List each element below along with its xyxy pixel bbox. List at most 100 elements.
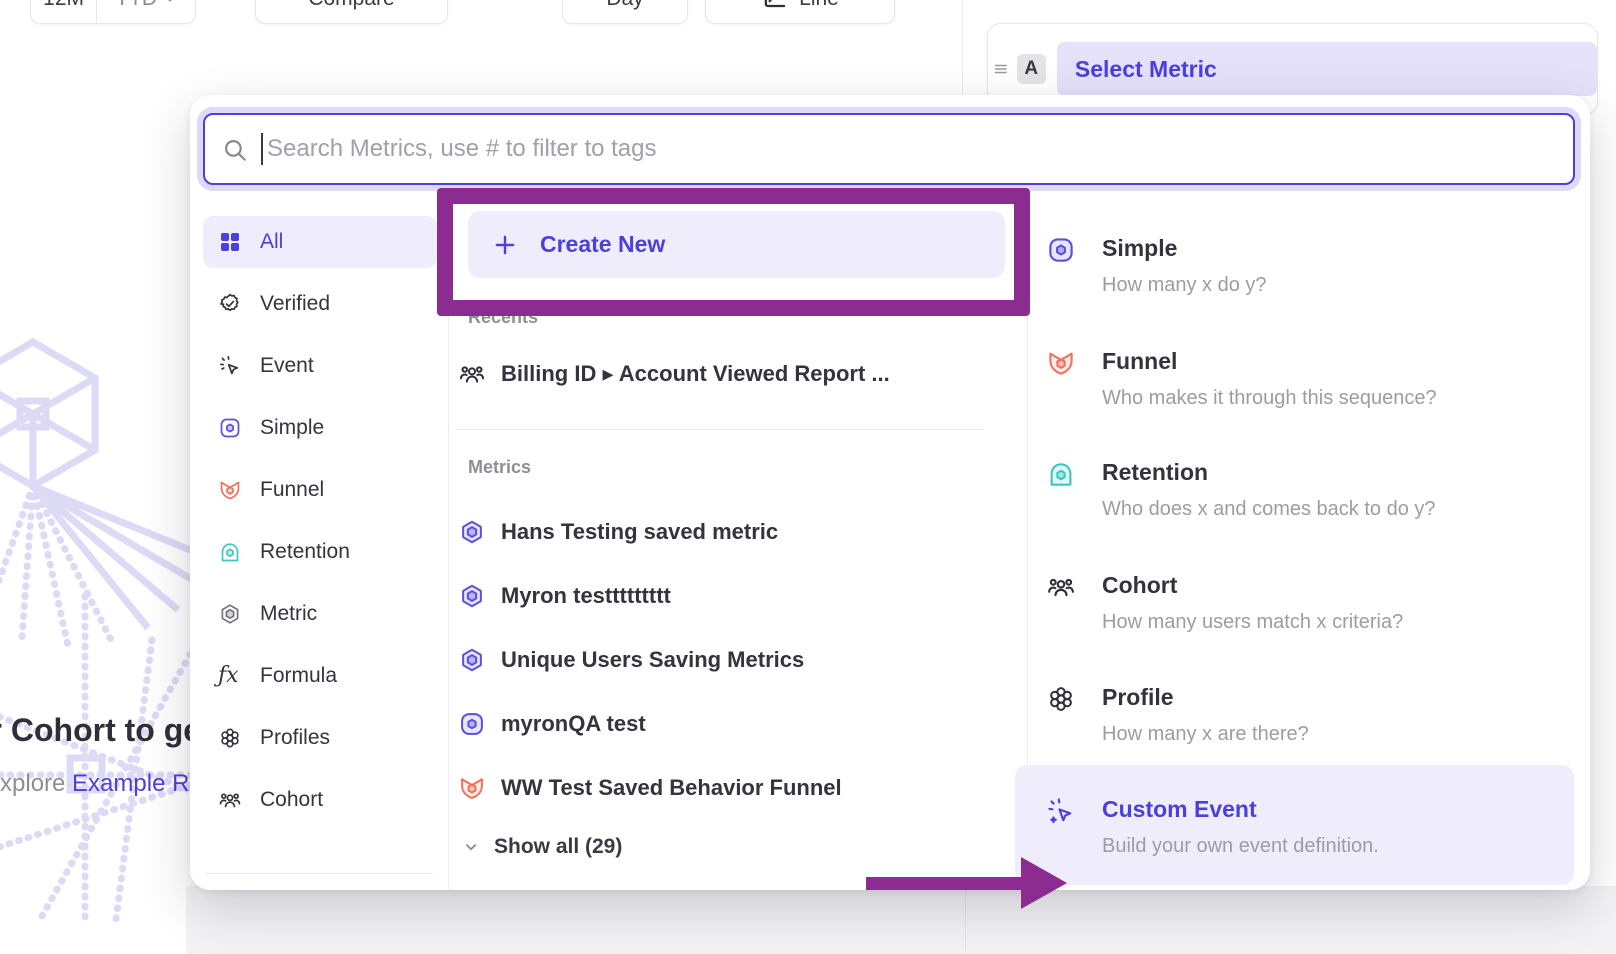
- funnel-icon: [1046, 348, 1076, 378]
- type-title: Custom Event: [1102, 794, 1574, 824]
- sidebar-item-cohort[interactable]: Cohort: [203, 774, 437, 826]
- sidebar-item-formula[interactable]: ƒx Formula: [203, 650, 437, 702]
- profiles-flower-icon: [1046, 684, 1076, 714]
- type-title: Cohort: [1102, 570, 1574, 600]
- simple-square-hexagon-icon: [218, 416, 242, 440]
- type-desc: Who makes it through this sequence?: [1102, 387, 1574, 410]
- sidebar-item-metric[interactable]: Metric: [203, 588, 437, 640]
- day-label: Day: [606, 0, 643, 11]
- text-caret: [261, 133, 263, 165]
- show-all-label: Show all (29): [494, 835, 622, 859]
- recent-item-label: Billing ID ▸ Account Viewed Report ...: [501, 361, 890, 387]
- search-box: [203, 113, 1575, 185]
- metric-hexagon-icon: [458, 646, 486, 674]
- empty-state-headline-fragment: or Cohort to ge: [0, 712, 201, 749]
- sidebar-item-verified[interactable]: Verified: [203, 278, 437, 330]
- sidebar-item-all[interactable]: All: [203, 216, 437, 268]
- compare-button[interactable]: Compare: [255, 0, 448, 24]
- line-label: Line: [799, 0, 839, 11]
- search-input[interactable]: [203, 113, 1575, 185]
- type-option-profile[interactable]: Profile How many x are there?: [1036, 682, 1574, 746]
- type-option-funnel[interactable]: Funnel Who makes it through this sequenc…: [1036, 346, 1574, 410]
- metric-item-label: Hans Testing saved metric: [501, 519, 778, 545]
- cohort-people-icon: [218, 788, 242, 812]
- sidebar-label: Event: [260, 354, 314, 378]
- formula-fx-icon: ƒx: [218, 664, 242, 688]
- select-metric-label: Select Metric: [1075, 56, 1217, 83]
- retention-arch-icon: [1046, 459, 1076, 489]
- recents-section-label: Recents: [468, 307, 538, 328]
- type-desc: How many x are there?: [1102, 723, 1574, 746]
- cohort-people-icon: [458, 360, 486, 388]
- sidebar-label: Profiles: [260, 726, 330, 750]
- type-desc: How many x do y?: [1102, 274, 1574, 297]
- grid-icon: [218, 230, 242, 254]
- date-range-segmented-control[interactable]: 12M YTD: [30, 0, 196, 24]
- type-desc: Build your own event definition.: [1102, 835, 1574, 858]
- metric-item-label: Unique Users Saving Metrics: [501, 647, 804, 673]
- type-option-simple[interactable]: Simple How many x do y?: [1036, 233, 1574, 297]
- type-option-retention[interactable]: Retention Who does x and comes back to d…: [1036, 457, 1574, 521]
- retention-arch-icon: [218, 540, 242, 564]
- sidebar-label: Metric: [260, 602, 317, 626]
- granularity-day-button[interactable]: Day: [562, 0, 688, 24]
- sidebar-item-retention[interactable]: Retention: [203, 526, 437, 578]
- funnel-icon: [458, 774, 486, 802]
- metric-item-label: WW Test Saved Behavior Funnel: [501, 775, 842, 801]
- range-12m-label: 12M: [43, 0, 84, 11]
- sidebar-label: Verified: [260, 292, 330, 316]
- create-new-label: Create New: [540, 231, 665, 258]
- simple-square-hexagon-icon: [1046, 235, 1076, 265]
- create-new-button[interactable]: Create New: [468, 211, 1005, 278]
- type-title: Profile: [1102, 682, 1574, 712]
- decorative-wireframe-illustration: [0, 328, 205, 928]
- type-desc: How many users match x criteria?: [1102, 611, 1574, 634]
- metrics-section-label: Metrics: [468, 457, 531, 478]
- sidebar-item-tags-partial[interactable]: Tags: [203, 879, 437, 890]
- verified-seal-icon: [218, 292, 242, 316]
- cohort-people-icon: [1046, 572, 1076, 602]
- compare-label: Compare: [308, 0, 394, 11]
- custom-event-icon: [1046, 796, 1076, 826]
- metric-list-item[interactable]: Myron testtttttttt: [458, 575, 1008, 617]
- sidebar-item-simple[interactable]: Simple: [203, 402, 437, 454]
- chart-type-line-button[interactable]: Line: [705, 0, 895, 24]
- sidebar-label: Simple: [260, 416, 324, 440]
- type-option-custom-event[interactable]: Custom Event Build your own event defini…: [1036, 794, 1574, 858]
- sidebar-label: Formula: [260, 664, 337, 688]
- metric-list-item[interactable]: Hans Testing saved metric: [458, 511, 1008, 553]
- funnel-icon: [218, 478, 242, 502]
- range-12m-button[interactable]: 12M: [31, 0, 96, 23]
- sidebar-item-profiles[interactable]: Profiles: [203, 712, 437, 764]
- page-column-divider-top: [962, 0, 963, 96]
- sidebar-section-divider: [205, 873, 433, 874]
- sidebar-label: All: [260, 230, 283, 254]
- annotation-arrow: [866, 877, 1024, 890]
- line-chart-icon: [761, 0, 787, 12]
- range-ytd-button[interactable]: YTD: [96, 0, 195, 23]
- select-metric-field[interactable]: Select Metric: [1057, 42, 1597, 96]
- profiles-flower-icon: [218, 726, 242, 750]
- sidebar-item-event[interactable]: Event: [203, 340, 437, 392]
- plus-icon: [492, 232, 518, 258]
- type-option-cohort[interactable]: Cohort How many users match x criteria?: [1036, 570, 1574, 634]
- range-ytd-label: YTD: [115, 0, 157, 11]
- page-bottom-area: [186, 886, 1616, 954]
- metric-list-item[interactable]: Unique Users Saving Metrics: [458, 639, 1008, 681]
- page-column-divider-bottom: [965, 886, 966, 954]
- metric-list-item[interactable]: myronQA test: [458, 703, 1008, 745]
- show-all-toggle[interactable]: Show all (29): [462, 835, 622, 859]
- sidebar-label: Funnel: [260, 478, 324, 502]
- drag-handle-icon[interactable]: [993, 61, 1009, 77]
- recents-metrics-divider: [455, 429, 983, 430]
- select-metric-modal: All Verified Event Simple Funnel Retenti…: [190, 95, 1590, 890]
- recent-item-billing[interactable]: Billing ID ▸ Account Viewed Report ...: [458, 353, 1008, 395]
- sidebar-item-funnel[interactable]: Funnel: [203, 464, 437, 516]
- sidebar-label: Retention: [260, 540, 350, 564]
- simple-square-hexagon-icon: [458, 710, 486, 738]
- metric-hexagon-icon: [218, 602, 242, 626]
- metric-hexagon-icon: [458, 518, 486, 546]
- chevron-down-icon: [462, 838, 480, 856]
- metric-list-item[interactable]: WW Test Saved Behavior Funnel: [458, 767, 1008, 809]
- metric-item-label: Myron testtttttttt: [501, 583, 671, 609]
